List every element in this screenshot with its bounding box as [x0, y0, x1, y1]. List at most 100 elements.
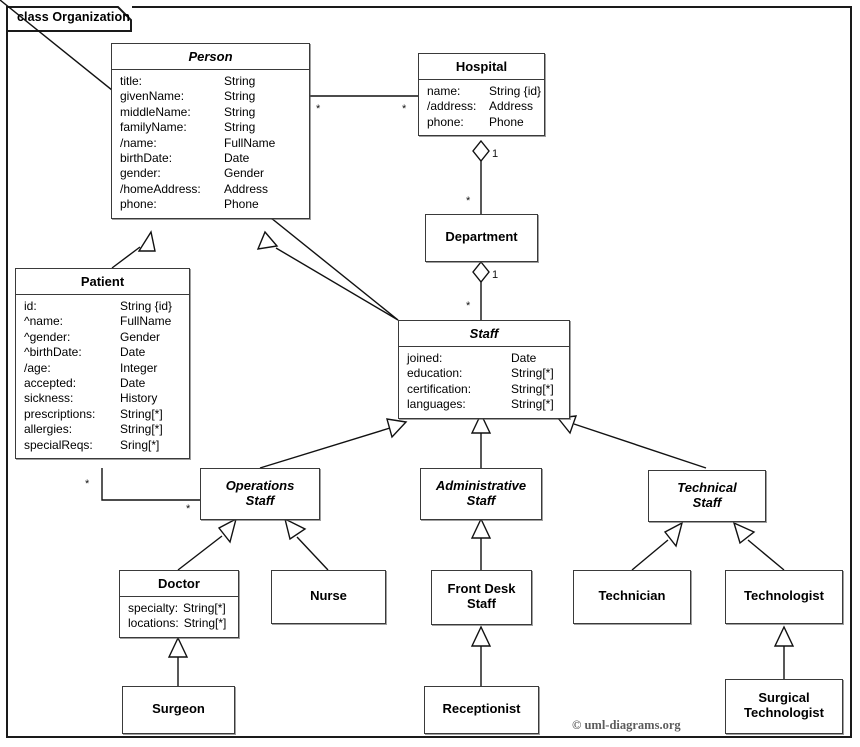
class-staff-name: Staff	[469, 326, 499, 341]
attribute-type: FullName	[224, 135, 276, 150]
attribute-name: phone:	[120, 197, 157, 212]
attribute-type: Phone	[489, 114, 524, 129]
attribute-name: phone:	[427, 114, 464, 129]
class-surgeon-name: Surgeon	[152, 701, 205, 716]
class-department[interactable]: Department	[425, 214, 538, 262]
class-technologist[interactable]: Technologist	[725, 570, 843, 624]
attribute-type: Date	[224, 151, 250, 166]
attribute-name: title:	[120, 74, 143, 88]
attribute-type: Phone	[224, 197, 259, 212]
attribute-type: String	[224, 74, 256, 88]
class-operations-staff-name: Operations Staff	[225, 478, 295, 508]
attribute-name: ^birthDate:	[24, 345, 82, 360]
attribute-name: /name:	[120, 135, 157, 150]
attribute-row: name: String {id}	[419, 84, 544, 99]
class-nurse-name: Nurse	[310, 588, 347, 603]
attribute-row: gender: Gender	[112, 166, 309, 181]
attribute-type: String[*]	[183, 616, 227, 631]
attribute-type: Date	[120, 345, 146, 360]
attribute-name: gender:	[120, 166, 161, 181]
attribute-row: specialReqs: Sring[*]	[16, 438, 189, 453]
attribute-row: /name: FullName	[112, 136, 309, 151]
class-surgeon[interactable]: Surgeon	[122, 686, 235, 734]
attribute-row: allergies: String[*]	[16, 422, 189, 437]
attribute-name: languages:	[407, 397, 466, 412]
class-receptionist[interactable]: Receptionist	[424, 686, 539, 734]
class-patient-name: Patient	[80, 274, 125, 289]
copyright-notice: © uml-diagrams.org	[572, 718, 681, 732]
class-doctor-attributes: specialty: String[*] locations: String[*]	[120, 597, 238, 637]
class-technical-staff[interactable]: Technical Staff	[648, 470, 766, 522]
class-nurse[interactable]: Nurse	[271, 570, 386, 624]
attribute-name: birthDate:	[120, 151, 173, 166]
attribute-row: givenName: String	[112, 89, 309, 104]
attribute-type: String[*]	[120, 422, 163, 437]
class-surgical-technologist-name: Surgical Technologist	[744, 690, 824, 720]
class-hospital-name: Hospital	[455, 59, 508, 74]
attribute-type: Date	[120, 376, 146, 391]
attribute-name: locations:	[128, 616, 179, 631]
class-patient[interactable]: Patient id: String {id} ^name: FullName ^g…	[15, 268, 190, 460]
attribute-type: String[*]	[120, 406, 163, 421]
attribute-name: /address:	[427, 99, 477, 114]
attribute-row: /age: Integer	[16, 361, 189, 376]
attribute-type: String[*]	[183, 601, 226, 615]
class-staff[interactable]: Staff joined: Date education: String[*] ce…	[398, 320, 570, 419]
class-technician-name: Technician	[598, 588, 666, 603]
class-surgical-technologist[interactable]: Surgical Technologist	[725, 679, 843, 734]
attribute-row: familyName: String	[112, 120, 309, 135]
attribute-type: FullName	[120, 314, 172, 329]
attribute-name: familyName:	[120, 120, 187, 135]
attribute-type: Date	[511, 351, 537, 365]
attribute-row: languages: String[*]	[399, 397, 569, 412]
attribute-name: sickness:	[24, 391, 74, 406]
diagram-canvas: class Organization * * 1 * 1 * * * Perso…	[0, 0, 860, 747]
attribute-name: /homeAddress:	[120, 181, 201, 196]
attribute-name: ^name:	[24, 314, 63, 329]
diagram-frame-tab: class Organization	[6, 6, 132, 32]
attribute-row: phone: Phone	[112, 197, 309, 212]
attribute-type: String[*]	[511, 397, 554, 412]
class-technical-staff-name: Technical Staff	[677, 480, 737, 510]
attribute-type: String {id}	[489, 84, 542, 98]
attribute-row: ^birthDate: Date	[16, 345, 189, 360]
attribute-name: specialReqs:	[24, 437, 93, 452]
attribute-type: String {id}	[120, 299, 173, 313]
attribute-type: String	[224, 104, 256, 119]
attribute-row: certification: String[*]	[399, 382, 569, 397]
class-doctor[interactable]: Doctor specialty: String[*] locations: Str…	[119, 570, 239, 638]
attribute-type: Address	[224, 181, 269, 196]
frame-tab-label: class Organization	[17, 10, 130, 24]
attribute-name: certification:	[407, 381, 472, 396]
class-technologist-name: Technologist	[744, 588, 824, 603]
attribute-type: String	[224, 89, 256, 104]
attribute-name: ^gender:	[24, 329, 71, 344]
attribute-name: allergies:	[24, 422, 73, 437]
class-hospital[interactable]: Hospital name: String {id} /address: Addre…	[418, 53, 545, 137]
attribute-type: String	[224, 120, 256, 135]
attribute-row: birthDate: Date	[112, 151, 309, 166]
class-administrative-staff-name: Administrative Staff	[435, 478, 527, 508]
class-hospital-attributes: name: String {id} /address: Address phone:…	[419, 80, 544, 135]
attribute-type: Gender	[224, 166, 265, 181]
attribute-type: Gender	[120, 329, 161, 344]
class-operations-staff[interactable]: Operations Staff	[200, 468, 320, 520]
class-department-name: Department	[445, 229, 518, 244]
class-technician[interactable]: Technician	[573, 570, 691, 624]
attribute-row: /homeAddress: Address	[112, 182, 309, 197]
class-administrative-staff[interactable]: Administrative Staff	[420, 468, 542, 520]
attribute-row: locations: String[*]	[120, 616, 238, 631]
attribute-row: sickness: History	[16, 391, 189, 406]
attribute-row: specialty: String[*]	[120, 601, 238, 616]
class-doctor-name: Doctor	[158, 576, 200, 591]
attribute-row: phone: Phone	[419, 115, 544, 130]
attribute-name: givenName:	[120, 89, 185, 104]
attribute-name: joined:	[407, 351, 443, 365]
class-front-desk-staff[interactable]: Front Desk Staff	[431, 570, 532, 625]
class-person[interactable]: Person title: String givenName: String mid…	[111, 43, 310, 219]
attribute-name: id:	[24, 299, 37, 313]
class-staff-attributes: joined: Date education: String[*] certific…	[399, 347, 569, 418]
attribute-name: education:	[407, 366, 463, 381]
attribute-name: prescriptions:	[24, 406, 96, 421]
attribute-name: middleName:	[120, 104, 191, 119]
